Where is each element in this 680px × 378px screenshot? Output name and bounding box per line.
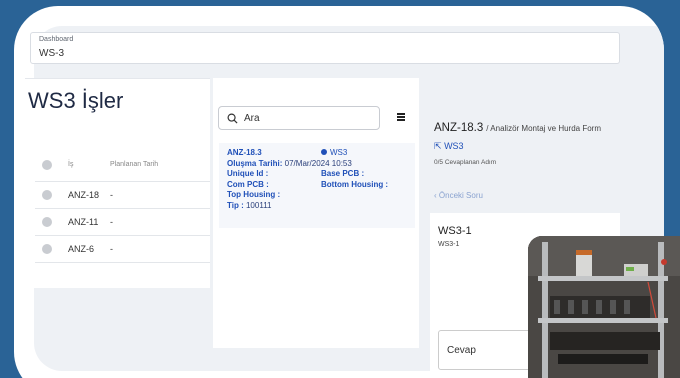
workstation-photo-illustration (528, 236, 680, 378)
unique-id-label: Unique Id : (227, 169, 269, 178)
task-station: WS3 (330, 148, 348, 157)
menu-icon[interactable] (397, 113, 405, 122)
task-card[interactable]: ANZ-18.3 WS3 Oluşma Tarihi: 07/Mar/2024 … (219, 143, 415, 228)
job-id: ANZ-18 (68, 190, 100, 200)
search-placeholder: Ara (244, 112, 260, 124)
tip-label: Tip : (227, 200, 244, 210)
row-status-icon (42, 217, 52, 227)
column-header-date: Planlanan Tarih (110, 161, 159, 168)
top-housing-label: Top Housing : (227, 190, 281, 199)
job-id: ANZ-6 (68, 244, 95, 254)
station-link[interactable]: ⇱ WS3 (434, 141, 464, 152)
created-value: 07/Mar/2024 10:53 (284, 158, 352, 168)
breadcrumb-section[interactable]: Dashboard (39, 36, 611, 43)
row-status-icon (42, 244, 52, 254)
previous-question-label: Önceki Soru (438, 191, 483, 200)
select-all-icon[interactable] (42, 159, 52, 170)
breadcrumb: Dashboard WS-3 (30, 32, 620, 64)
job-date: - (110, 244, 113, 254)
search-icon (227, 113, 238, 124)
job-date: - (110, 190, 113, 200)
question-subtitle: WS3-1 (438, 241, 460, 248)
table-row[interactable]: ANZ-6 - (35, 236, 210, 263)
station-dot-icon (321, 149, 327, 155)
page-title: WS3 İşler (28, 88, 124, 113)
progress-text: 0/5 Cevaplanan Adım (434, 159, 497, 166)
answer-label: Cevap (447, 345, 476, 356)
row-status-icon (42, 190, 52, 200)
column-header-job: İş (68, 161, 74, 168)
chevron-left-icon: ‹ (434, 191, 437, 200)
workstation-photo (528, 236, 680, 378)
task-id: ANZ-18.3 (227, 148, 262, 157)
search-input[interactable]: Ara (218, 106, 380, 130)
detail-form-name: / Analizör Montaj ve Hurda Form (486, 124, 601, 133)
table-row[interactable]: ANZ-11 - (35, 209, 210, 236)
station-name: WS3 (444, 141, 464, 151)
com-pcb-label: Com PCB : (227, 179, 269, 189)
created-label: Oluşma Tarihi: (227, 158, 283, 168)
breadcrumb-page: WS-3 (39, 48, 64, 59)
question-title: WS3-1 (438, 225, 472, 237)
job-id: ANZ-11 (68, 217, 99, 227)
previous-question-button[interactable]: ‹ Önceki Soru (434, 191, 483, 200)
base-pcb-label: Base PCB : (321, 169, 365, 178)
station-icon: ⇱ (434, 141, 442, 151)
bottom-housing-label: Bottom Housing : (321, 179, 389, 189)
table-header: İş Planlanan Tarih (35, 148, 210, 182)
job-date: - (110, 217, 113, 227)
tip-value: 100111 (245, 200, 272, 210)
detail-task-id: ANZ-18.3 (434, 122, 484, 134)
detail-title: ANZ-18.3 / Analizör Montaj ve Hurda Form (434, 122, 601, 134)
jobs-table: İş Planlanan Tarih ANZ-18 - ANZ-11 - ANZ… (35, 148, 210, 263)
table-row[interactable]: ANZ-18 - (35, 182, 210, 209)
